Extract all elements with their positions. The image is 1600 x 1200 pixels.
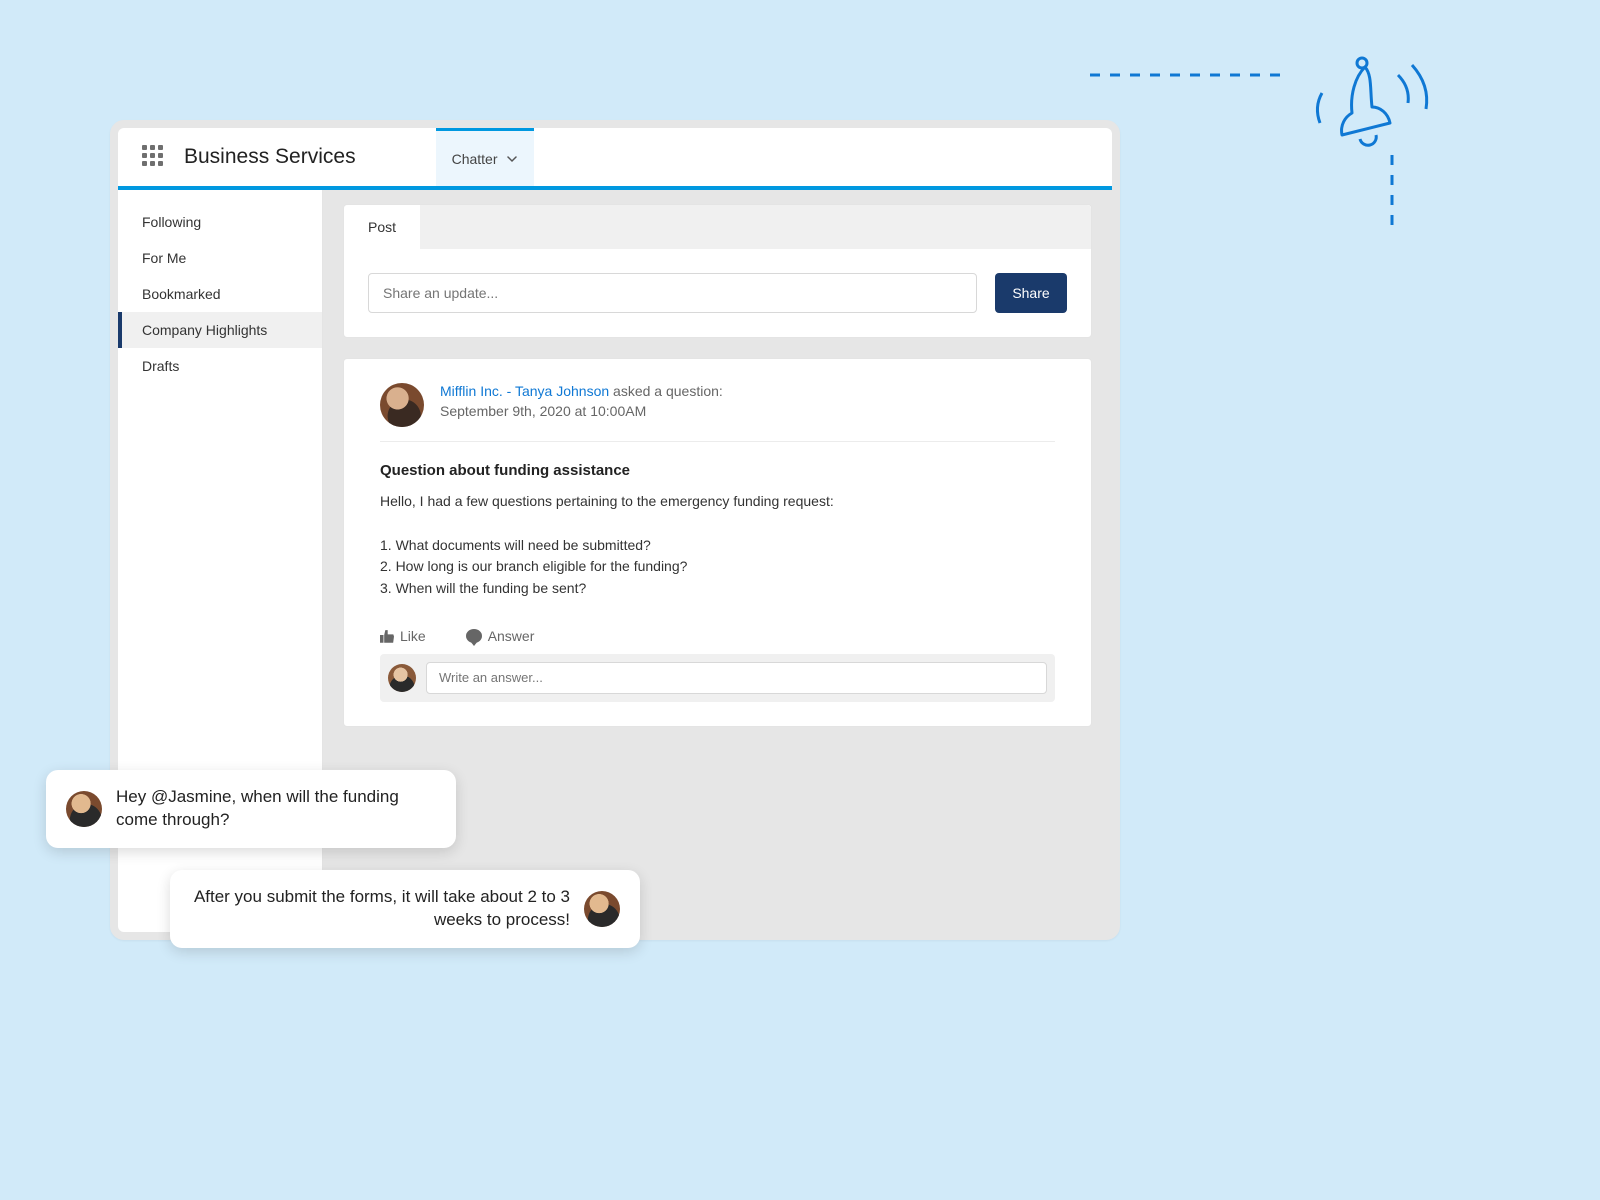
post-header: Mifflin Inc. - Tanya Johnson asked a que…: [380, 383, 1055, 442]
post-company-link[interactable]: Mifflin Inc.: [440, 383, 503, 399]
composer-tabs: Post: [344, 205, 1091, 249]
sidebar-item-label: Bookmarked: [142, 286, 221, 302]
answer-label: Answer: [488, 628, 535, 644]
post-actions: Like Answer: [380, 628, 1055, 644]
composer-card: Post Share: [343, 204, 1092, 338]
chat-bubble-incoming: Hey @Jasmine, when will the funding come…: [46, 770, 456, 848]
chat-message-text: After you submit the forms, it will take…: [190, 886, 570, 932]
post-question-3: 3. When will the funding be sent?: [380, 578, 1055, 600]
composer-tab-post[interactable]: Post: [344, 205, 420, 249]
answer-button[interactable]: Answer: [466, 628, 535, 644]
post-questions: 1. What documents will need be submitted…: [380, 535, 1055, 600]
post-question-2: 2. How long is our branch eligible for t…: [380, 556, 1055, 578]
app-title: Business Services: [184, 145, 356, 169]
post-title: Question about funding assistance: [380, 462, 1055, 479]
post-author-link[interactable]: Tanya Johnson: [515, 383, 609, 399]
share-button-label: Share: [1012, 285, 1049, 301]
tab-chatter[interactable]: Chatter: [436, 128, 534, 186]
sidebar-item-drafts[interactable]: Drafts: [118, 348, 322, 384]
post-action-suffix: asked a question:: [613, 383, 723, 399]
post-meta-separator: -: [507, 383, 515, 399]
like-button[interactable]: Like: [380, 628, 426, 644]
app-launcher-icon[interactable]: [142, 145, 166, 169]
sidebar-item-label: For Me: [142, 250, 186, 266]
speech-bubble-icon: [466, 629, 482, 643]
sidebar-item-bookmarked[interactable]: Bookmarked: [118, 276, 322, 312]
chat-bubble-reply: After you submit the forms, it will take…: [170, 870, 640, 948]
topbar: Business Services Chatter: [118, 128, 1112, 190]
chat-avatar: [66, 791, 102, 827]
post-card: Mifflin Inc. - Tanya Johnson asked a que…: [343, 358, 1092, 727]
sidebar-item-following[interactable]: Following: [118, 204, 322, 240]
post-author-avatar[interactable]: [380, 383, 424, 427]
share-update-input[interactable]: [368, 273, 977, 313]
sidebar-item-company-highlights[interactable]: Company Highlights: [118, 312, 322, 348]
post-intro: Hello, I had a few questions pertaining …: [380, 491, 1055, 513]
post-timestamp: September 9th, 2020 at 10:00AM: [440, 403, 723, 419]
like-label: Like: [400, 628, 426, 644]
tab-chatter-label: Chatter: [452, 151, 498, 167]
chat-avatar: [584, 891, 620, 927]
sidebar-item-for-me[interactable]: For Me: [118, 240, 322, 276]
answer-composer: [380, 654, 1055, 702]
sidebar-item-label: Drafts: [142, 358, 179, 374]
bell-ringing-icon: [1090, 58, 1427, 235]
sidebar-item-label: Following: [142, 214, 201, 230]
share-button[interactable]: Share: [995, 273, 1067, 313]
chevron-down-icon: [506, 153, 518, 165]
current-user-avatar[interactable]: [388, 664, 416, 692]
thumb-up-icon: [380, 629, 394, 643]
composer-tab-label: Post: [368, 219, 396, 235]
bell-decoration: [1090, 45, 1510, 245]
sidebar-item-label: Company Highlights: [142, 322, 267, 338]
answer-input[interactable]: [426, 662, 1047, 694]
chat-message-text: Hey @Jasmine, when will the funding come…: [116, 786, 436, 832]
post-question-1: 1. What documents will need be submitted…: [380, 535, 1055, 557]
